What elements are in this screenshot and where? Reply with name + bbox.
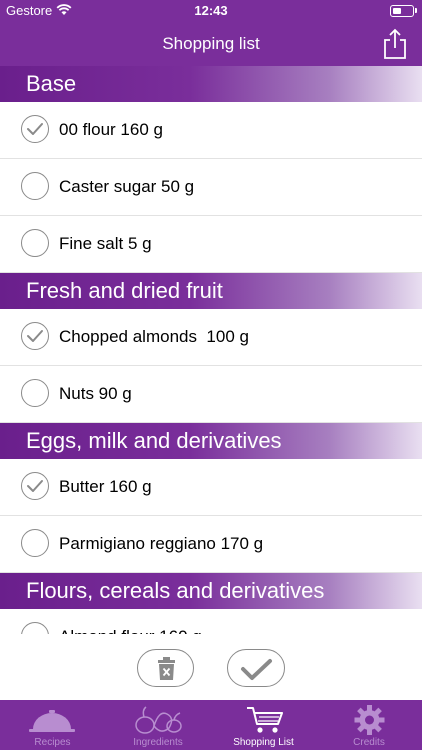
tab-label: Ingredients	[133, 737, 183, 748]
unchecked-checkbox[interactable]	[21, 529, 49, 557]
delete-checked-button[interactable]	[137, 649, 194, 687]
unchecked-checkbox[interactable]	[21, 172, 49, 200]
list-item[interactable]: Parmigiano reggiano 170 g	[0, 516, 422, 573]
cloche-icon	[0, 704, 105, 736]
status-bar: Gestore 12:43	[0, 0, 422, 22]
checkmark-icon	[241, 659, 272, 680]
item-label: Nuts 90 g	[59, 384, 132, 403]
section-header: Fresh and dried fruit	[0, 273, 422, 309]
list-item[interactable]: Nuts 90 g	[0, 366, 422, 423]
shopping-list: Base 00 flour 160 g Caster sugar 50 g Fine …	[0, 66, 422, 634]
checked-checkbox[interactable]	[21, 472, 49, 500]
bottom-actions	[0, 634, 422, 700]
tab-ingredients[interactable]: Ingredients	[106, 700, 211, 750]
unchecked-checkbox[interactable]	[21, 379, 49, 407]
item-label: Fine salt 5 g	[59, 234, 152, 253]
share-icon[interactable]	[382, 28, 408, 60]
cart-icon	[211, 704, 316, 736]
item-label: Parmigiano reggiano 170 g	[59, 534, 264, 553]
item-label: 00 flour 160 g	[59, 120, 163, 139]
tab-shopping-list[interactable]: Shopping List	[211, 700, 316, 750]
tab-label: Credits	[353, 737, 385, 748]
trash-icon	[158, 657, 175, 680]
item-label: Almond flour 160 g	[59, 627, 202, 634]
clock: 12:43	[194, 3, 228, 18]
list-item[interactable]: Butter 160 g	[0, 459, 422, 516]
section-header: Base	[0, 66, 422, 102]
vegetables-icon	[106, 704, 211, 736]
section-header: Flours, cereals and derivatives	[0, 573, 422, 609]
confirm-button[interactable]	[227, 649, 285, 687]
nav-bar: Shopping list	[0, 22, 422, 66]
list-item[interactable]: Chopped almonds 100 g	[0, 309, 422, 366]
checked-checkbox[interactable]	[21, 322, 49, 350]
page-title: Shopping list	[162, 34, 260, 53]
checkmark-icon	[27, 123, 43, 135]
checkmark-icon	[27, 330, 43, 342]
checked-checkbox[interactable]	[21, 115, 49, 143]
tab-label: Shopping List	[233, 737, 294, 748]
item-label: Chopped almonds 100 g	[59, 327, 249, 346]
checkmark-icon	[27, 480, 43, 492]
tab-credits[interactable]: Credits	[317, 700, 422, 750]
battery-icon	[390, 5, 414, 17]
list-item[interactable]: Almond flour 160 g	[0, 609, 422, 634]
list-item[interactable]: Caster sugar 50 g	[0, 159, 422, 216]
tab-label: Recipes	[34, 737, 71, 748]
tab-bar: Recipes Ingredients Shopping List Credits	[0, 700, 422, 750]
list-item[interactable]: Fine salt 5 g	[0, 216, 422, 273]
tab-recipes[interactable]: Recipes	[0, 700, 105, 750]
unchecked-checkbox[interactable]	[21, 622, 49, 634]
item-label: Caster sugar 50 g	[59, 177, 195, 196]
gear-icon	[317, 704, 422, 736]
battery-tip	[415, 8, 417, 13]
unchecked-checkbox[interactable]	[21, 229, 49, 257]
item-label: Butter 160 g	[59, 477, 152, 496]
section-header: Eggs, milk and derivatives	[0, 423, 422, 459]
list-item[interactable]: 00 flour 160 g	[0, 102, 422, 159]
